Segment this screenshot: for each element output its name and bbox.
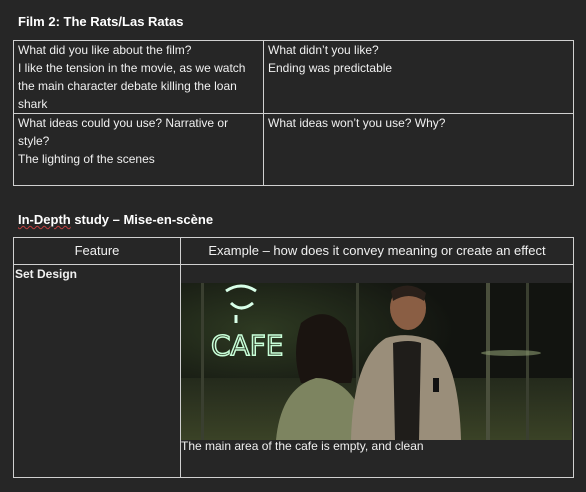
dislike-question: What didn’t you like?	[268, 43, 379, 57]
use-cell[interactable]: What ideas could you use? Narrative or s…	[13, 113, 264, 186]
wont-use-question: What ideas won’t you use? Why?	[268, 116, 446, 130]
like-answer-line-2: the main character debate killing the lo…	[18, 79, 237, 93]
like-question: What did you like about the film?	[18, 43, 192, 57]
use-answer: The lighting of the scenes	[18, 152, 155, 166]
like-answer-line-1: I like the tension in the movie, as we w…	[18, 61, 246, 75]
film-still-drawing: CAFE	[181, 283, 572, 440]
example-header: Example – how does it convey meaning or …	[180, 237, 574, 265]
use-question-line-1: What ideas could you use? Narrative or	[18, 116, 229, 130]
dislike-answer: Ending was predictable	[268, 61, 393, 75]
feature-header: Feature	[13, 237, 181, 265]
like-cell[interactable]: What did you like about the film? I like…	[13, 40, 264, 114]
study-title-prefix: In-Depth	[18, 212, 71, 227]
set-design-cell[interactable]: Set Design	[13, 264, 181, 478]
use-question-line-2: style?	[18, 134, 50, 148]
film-title: Film 2: The Rats/Las Ratas	[18, 14, 184, 29]
film-still-image: CAFE	[181, 283, 572, 440]
film-questions-table: What did you like about the film? I like…	[13, 40, 574, 186]
cafe-neon-sign: CAFE	[211, 329, 284, 362]
set-design-caption: The main area of the cafe is empty, and …	[181, 439, 424, 453]
set-design-label: Set Design	[15, 267, 78, 281]
dislike-cell[interactable]: What didn’t you like? Ending was predict…	[263, 40, 574, 114]
like-answer-line-3: shark	[18, 97, 48, 111]
study-title: In-Depth study – Mise-en-scène	[18, 212, 213, 227]
wont-use-cell[interactable]: What ideas won’t you use? Why?	[263, 113, 574, 186]
study-title-rest: study – Mise-en-scène	[70, 212, 214, 227]
